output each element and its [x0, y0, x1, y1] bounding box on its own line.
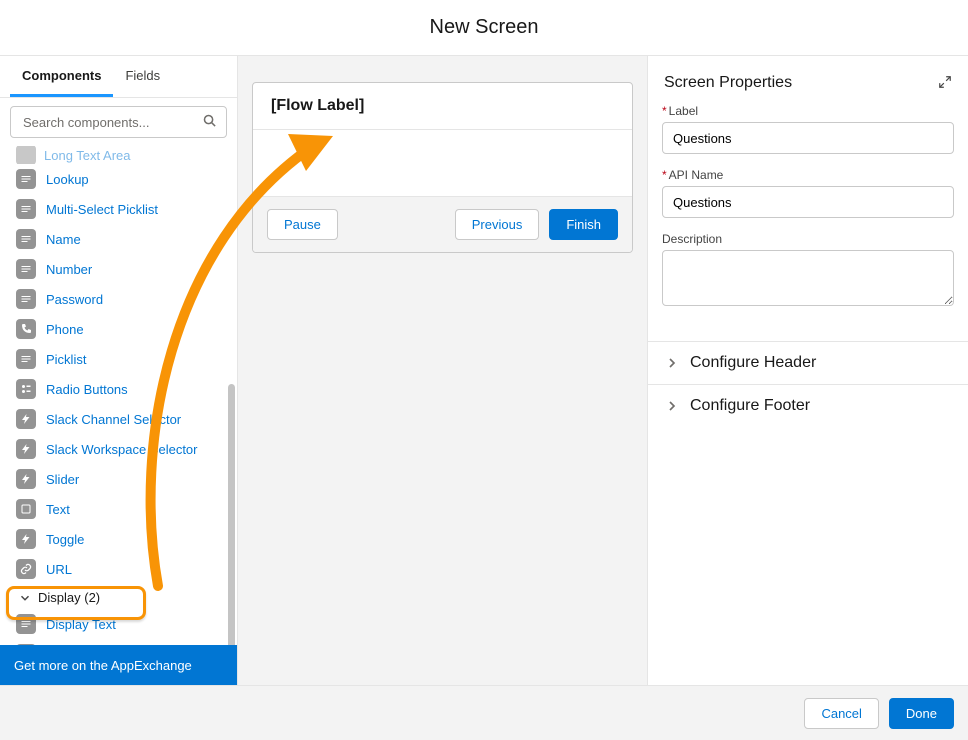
properties-title: Screen Properties [664, 74, 792, 92]
list-item[interactable]: Radio Buttons [10, 374, 227, 404]
text-icon [16, 289, 36, 309]
link-icon [16, 559, 36, 579]
list-item[interactable]: Picklist [10, 344, 227, 374]
radio-icon [16, 379, 36, 399]
phone-icon [16, 319, 36, 339]
expand-icon[interactable] [938, 75, 952, 92]
list-item[interactable]: Slack Workspace Selector [10, 434, 227, 464]
text-icon [16, 229, 36, 249]
tab-components[interactable]: Components [10, 56, 113, 97]
search-icon [202, 113, 217, 131]
configure-footer-section[interactable]: Configure Footer [648, 385, 968, 427]
text-icon [16, 199, 36, 219]
api-name-input[interactable] [662, 186, 954, 218]
finish-button[interactable]: Finish [549, 209, 618, 240]
previous-button[interactable]: Previous [455, 209, 540, 240]
text-icon [16, 259, 36, 279]
description-label: Description [662, 232, 954, 246]
list-item-truncated[interactable]: Long Text Area [10, 146, 227, 164]
chevron-right-icon [664, 355, 680, 371]
list-item[interactable]: Slack Channel Selector [10, 404, 227, 434]
configure-header-section[interactable]: Configure Header [648, 342, 968, 384]
flow-screen-preview[interactable]: [Flow Label] Pause Previous Finish [252, 82, 633, 253]
list-item-display-text[interactable]: Display Text [10, 609, 227, 639]
pause-button[interactable]: Pause [267, 209, 338, 240]
list-item[interactable]: Name [10, 224, 227, 254]
modal-footer: Cancel Done [0, 685, 968, 740]
api-name-label: *API Name [662, 168, 954, 182]
text-icon [16, 614, 36, 634]
done-button[interactable]: Done [889, 698, 954, 729]
lookup-icon [16, 169, 36, 189]
label-input[interactable] [662, 122, 954, 154]
bolt-icon [16, 469, 36, 489]
chevron-right-icon [664, 398, 680, 414]
scrollbar-thumb[interactable] [228, 384, 235, 645]
bolt-icon [16, 529, 36, 549]
text-icon [16, 499, 36, 519]
list-item[interactable]: Password [10, 284, 227, 314]
text-icon [16, 349, 36, 369]
component-list[interactable]: Long Text Area Lookup Multi-Select Pickl… [0, 146, 237, 645]
label-field-label: *Label [662, 104, 954, 118]
screen-canvas: [Flow Label] Pause Previous Finish [238, 56, 648, 685]
properties-panel: Screen Properties *Label *API Name Descr… [648, 56, 968, 685]
chevron-down-icon [18, 591, 32, 605]
group-header-display[interactable]: Display (2) [10, 584, 227, 609]
list-item[interactable]: Toggle [10, 524, 227, 554]
list-item[interactable]: URL [10, 554, 227, 584]
canvas-title: [Flow Label] [271, 97, 614, 115]
text-icon [16, 644, 36, 645]
cancel-button[interactable]: Cancel [804, 698, 878, 729]
list-item[interactable]: Number [10, 254, 227, 284]
bolt-icon [16, 409, 36, 429]
components-panel: Components Fields Long Text Area Lookup … [0, 56, 238, 685]
list-item[interactable]: Lookup [10, 164, 227, 194]
list-item[interactable]: Text [10, 494, 227, 524]
tab-fields[interactable]: Fields [113, 56, 172, 97]
search-input[interactable] [10, 106, 227, 138]
list-item-section[interactable]: Section [10, 639, 227, 645]
appexchange-link[interactable]: Get more on the AppExchange [0, 645, 237, 685]
list-item[interactable]: Phone [10, 314, 227, 344]
description-input[interactable] [662, 250, 954, 306]
list-item[interactable]: Slider [10, 464, 227, 494]
list-item[interactable]: Multi-Select Picklist [10, 194, 227, 224]
page-title: New Screen [430, 16, 539, 39]
bolt-icon [16, 439, 36, 459]
